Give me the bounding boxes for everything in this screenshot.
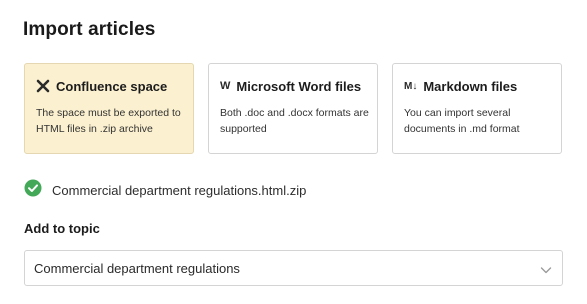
source-card-word[interactable]: W Microsoft Word files Both .doc and .do…: [208, 63, 378, 154]
word-icon: W: [220, 80, 231, 92]
card-header: W Microsoft Word files: [220, 78, 361, 94]
topic-select[interactable]: Commercial department regulations: [24, 250, 563, 286]
card-title: Microsoft Word files: [236, 78, 362, 94]
uploaded-file-row: Commercial department regulations.html.z…: [24, 179, 306, 202]
uploaded-file-name: Commercial department regulations.html.z…: [52, 183, 307, 198]
source-card-markdown[interactable]: M↓ Markdown files You can import several…: [392, 63, 562, 154]
topic-select-value: Commercial department regulations: [34, 261, 240, 276]
card-header: M↓ Markdown files: [404, 78, 517, 94]
page-title: Import articles: [23, 19, 156, 40]
markdown-icon: M↓: [404, 80, 418, 92]
check-circle-icon: [24, 179, 42, 202]
card-title: Markdown files: [423, 78, 518, 94]
card-title: Confluence space: [56, 78, 168, 94]
topic-label: Add to topic: [24, 221, 100, 236]
card-description: The space must be exported to HTML files…: [36, 107, 181, 135]
source-card-confluence[interactable]: Confluence space The space must be expor…: [24, 63, 194, 154]
confluence-icon: [36, 78, 50, 94]
card-description: You can import several documents in .md …: [404, 107, 520, 135]
card-header: Confluence space: [36, 78, 167, 94]
chevron-down-icon: [540, 263, 552, 281]
card-description: Both .doc and .docx formats are supporte…: [220, 107, 369, 135]
